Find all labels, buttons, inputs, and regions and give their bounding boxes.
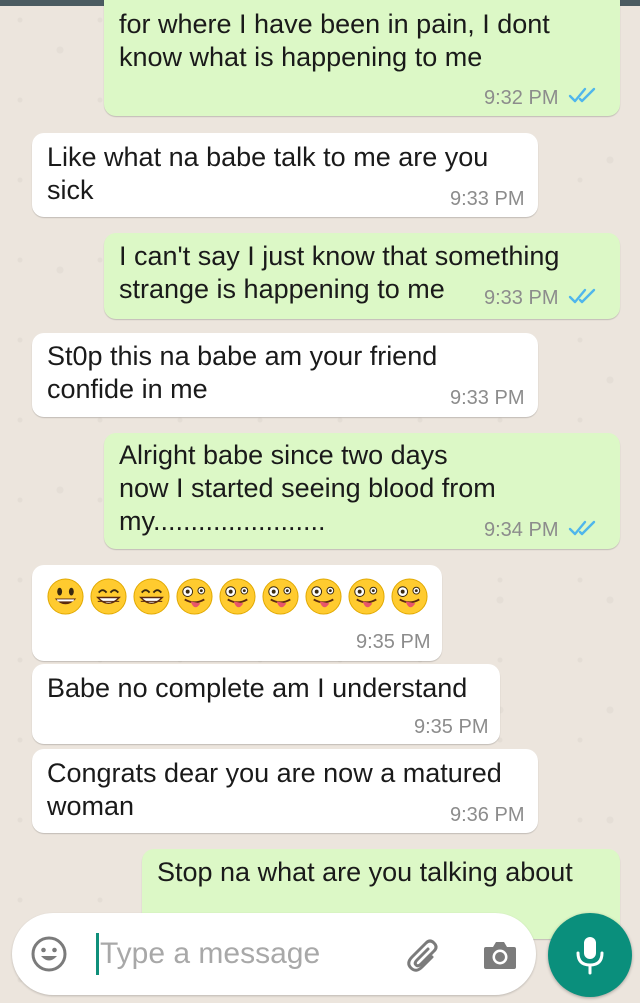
zany-face-icon [391, 578, 428, 615]
beaming-face-icon [133, 578, 170, 615]
message-time: 9:35 PM [356, 631, 431, 653]
beaming-face-icon [90, 578, 127, 615]
zany-face-icon [219, 578, 256, 615]
microphone-icon [576, 937, 604, 975]
read-ticks-icon [568, 288, 596, 304]
read-ticks-icon [568, 87, 596, 103]
message-time: 9:35 PM [414, 716, 489, 738]
message-incoming[interactable]: Like what na babe talk to me are you sic… [32, 133, 538, 217]
message-incoming[interactable]: Congrats dear you are now a matured woma… [32, 749, 538, 833]
message-text: Babe no complete am I understand [47, 673, 468, 703]
message-incoming[interactable]: Babe no complete am I understand 9:35 PM [32, 664, 500, 744]
message-input[interactable] [100, 931, 390, 977]
emoji-row [46, 577, 429, 616]
zany-face-icon [262, 578, 299, 615]
message-time: 9:34 PM [484, 519, 559, 541]
camera-icon[interactable] [480, 935, 520, 975]
zany-face-icon [305, 578, 342, 615]
message-time: 9:36 PM [450, 804, 525, 826]
microphone-button[interactable] [548, 913, 632, 997]
zany-face-icon [348, 578, 385, 615]
message-text: Like what na babe talk to me are you sic… [47, 142, 489, 205]
read-ticks-icon [568, 520, 596, 536]
message-text: for where I have been in pain, I dont kn… [119, 9, 550, 72]
text-cursor [96, 933, 99, 975]
message-text: Congrats dear you are now a matured woma… [47, 758, 502, 821]
message-incoming[interactable]: 9:35 PM [32, 565, 442, 661]
chat-area[interactable]: for where I have been in pain, I dont kn… [0, 0, 640, 1003]
message-text: St0p this na babe am your friend confide… [47, 341, 438, 404]
message-outgoing[interactable]: Alright babe since two days now I starte… [104, 433, 620, 549]
message-time: 9:33 PM [450, 387, 525, 409]
zany-face-icon [176, 578, 213, 615]
message-time: 9:33 PM [484, 287, 559, 309]
message-outgoing[interactable]: for where I have been in pain, I dont kn… [104, 0, 620, 116]
message-text: Stop na what are you talking about [157, 857, 573, 887]
message-composer [12, 913, 536, 995]
grinning-face-icon [47, 578, 84, 615]
paperclip-icon[interactable] [404, 935, 444, 975]
message-time: 9:32 PM [484, 87, 559, 109]
message-outgoing[interactable]: I can't say I just know that something s… [104, 233, 620, 319]
message-text: Alright babe since two days now I starte… [119, 440, 496, 536]
message-time: 9:33 PM [450, 188, 525, 210]
message-incoming[interactable]: St0p this na babe am your friend confide… [32, 333, 538, 417]
emoji-icon[interactable] [30, 935, 68, 973]
